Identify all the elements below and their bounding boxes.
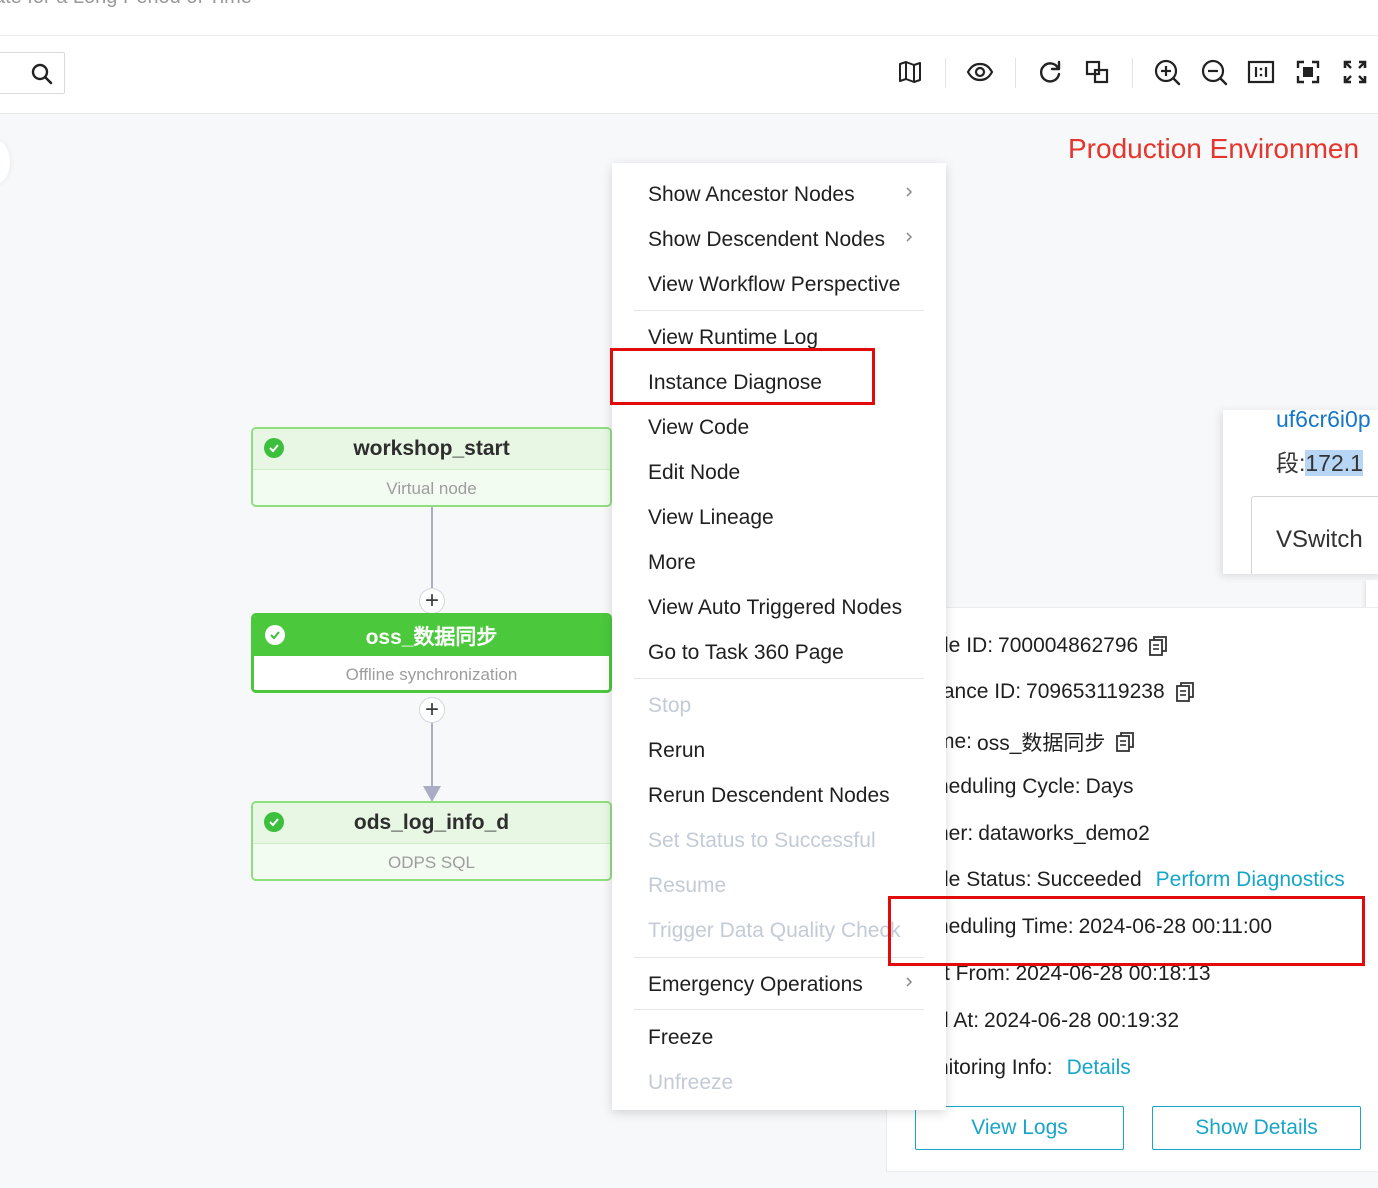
menu-divider (634, 957, 924, 958)
menu-divider (634, 1009, 924, 1010)
menu-item-resume: Resume (648, 874, 727, 897)
edge-connector (431, 506, 433, 588)
toolbar-divider (1015, 58, 1016, 88)
collapse-handle[interactable] (0, 140, 10, 184)
copy-icon[interactable] (1115, 731, 1135, 753)
fullscreen-icon[interactable] (1339, 56, 1371, 88)
menu-item-view-lineage[interactable]: View Lineage (648, 496, 936, 540)
menu-item-go-to-task-360-page[interactable]: Go to Task 360 Page (648, 631, 936, 675)
eye-icon[interactable] (964, 56, 996, 88)
node-name: oss_数据同步 (365, 626, 498, 649)
dag-node-oss-sync[interactable]: oss_数据同步 Offline synchronization (251, 613, 612, 693)
perform-diagnostics-link[interactable]: Perform Diagnostics (1156, 868, 1345, 892)
menu-item-trigger-data-quality-check: Trigger Data Quality Check (648, 919, 901, 942)
toolbar-divider (1132, 58, 1133, 88)
start-time-row: rt From: 2024-06-28 00:18:13 (937, 962, 1211, 985)
menu-item-stop: Stop (648, 694, 692, 717)
chevron-right-icon (906, 187, 913, 197)
search-icon (31, 63, 53, 85)
node-status-row: de Status: Succeeded Perform Diagnostics (937, 868, 1345, 892)
edge-arrow-icon (423, 786, 441, 802)
chevron-right-icon (906, 977, 913, 987)
menu-item-view-code[interactable]: View Code (648, 406, 936, 450)
node-info-panel: de ID: 700004862796 tance ID: 709653119238… (886, 607, 1378, 1172)
fit-view-icon[interactable] (1292, 56, 1324, 88)
menu-item-show-ancestor-nodes[interactable]: Show Ancestor Nodes (648, 173, 936, 217)
actual-size-icon[interactable] (1245, 56, 1277, 88)
node-context-menu: Show Ancestor Nodes Show Descendent Node… (612, 163, 946, 1110)
zoom-out-icon[interactable] (1198, 56, 1230, 88)
node-name: workshop_start (353, 437, 510, 460)
menu-item-rerun[interactable]: Rerun (648, 729, 936, 773)
segment-text: 段:172.1 (1276, 450, 1363, 476)
menu-divider (634, 678, 924, 679)
monitoring-info-row: nitoring Info: Details (937, 1056, 1131, 1080)
dag-node-workshop-start[interactable]: workshop_start Virtual node (251, 427, 612, 507)
layout-switch-icon[interactable] (1081, 56, 1113, 88)
instance-id-row: tance ID: 709653119238 (937, 680, 1195, 704)
end-time-row: d At: 2024-06-28 00:19:32 (937, 1009, 1180, 1032)
menu-item-set-status-successful: Set Status to Successful (648, 829, 876, 852)
copy-icon[interactable] (1148, 635, 1168, 657)
menu-divider (634, 310, 924, 311)
node-type: Virtual node (253, 469, 610, 505)
add-node-plus-icon[interactable]: + (419, 697, 445, 723)
edge-connector (431, 722, 433, 788)
copy-icon[interactable] (1175, 681, 1195, 703)
add-node-plus-icon[interactable]: + (419, 588, 445, 614)
search-box[interactable] (0, 52, 65, 94)
name-row: me: oss_数据同步 (937, 727, 1135, 757)
menu-item-edit-node[interactable]: Edit Node (648, 451, 936, 495)
scheduling-time-row: heduling Time: 2024-06-28 00:11:00 (937, 915, 1273, 938)
show-details-button[interactable]: Show Details (1152, 1106, 1361, 1150)
menu-item-view-workflow-perspective[interactable]: View Workflow Perspective (648, 263, 936, 307)
canvas-toolbar (0, 36, 1378, 114)
chevron-right-icon (906, 232, 913, 242)
environment-label: Production Environmen (1068, 133, 1360, 164)
view-logs-button[interactable]: View Logs (915, 1106, 1124, 1150)
vswitch-label: VSwitch (1276, 526, 1363, 553)
menu-item-view-auto-triggered-nodes[interactable]: View Auto Triggered Nodes (648, 586, 936, 630)
vpc-id-link[interactable]: uf6cr6i0p (1276, 410, 1371, 433)
page-title: ate for a Long Period of Time (0, 0, 252, 9)
success-check-icon (265, 625, 285, 645)
node-id-row: de ID: 700004862796 (937, 634, 1168, 658)
toolbar-divider (945, 58, 946, 88)
owner-row: ner: dataworks_demo2 (937, 822, 1150, 845)
details-link[interactable]: Details (1067, 1056, 1131, 1080)
top-title-bar: ate for a Long Period of Time (0, 0, 1378, 36)
node-name: ods_log_info_d (353, 811, 510, 834)
network-info-popover: uf6cr6i0p 段:172.1 VSwitch (1223, 410, 1378, 574)
dag-node-ods-log-info-d[interactable]: ods_log_info_d ODPS SQL (251, 801, 612, 881)
segment-value: 172.1 (1305, 450, 1363, 476)
node-type: Offline synchronization (254, 656, 609, 690)
map-icon[interactable] (894, 56, 926, 88)
zoom-in-icon[interactable] (1151, 56, 1183, 88)
menu-item-emergency-operations[interactable]: Emergency Operations (648, 963, 936, 1007)
scheduling-cycle-row: heduling Cycle: Days (937, 775, 1134, 798)
menu-item-unfreeze: Unfreeze (648, 1071, 734, 1094)
success-check-icon (264, 812, 284, 832)
refresh-icon[interactable] (1034, 56, 1066, 88)
menu-item-more[interactable]: More (648, 541, 936, 585)
success-check-icon (264, 438, 284, 458)
menu-item-rerun-descendent-nodes[interactable]: Rerun Descendent Nodes (648, 774, 936, 818)
menu-item-show-descendent-nodes[interactable]: Show Descendent Nodes (648, 218, 936, 262)
menu-item-freeze[interactable]: Freeze (648, 1016, 936, 1060)
node-type: ODPS SQL (253, 843, 610, 879)
menu-item-instance-diagnose[interactable]: Instance Diagnose (648, 361, 936, 405)
menu-item-view-runtime-log[interactable]: View Runtime Log (648, 316, 936, 360)
